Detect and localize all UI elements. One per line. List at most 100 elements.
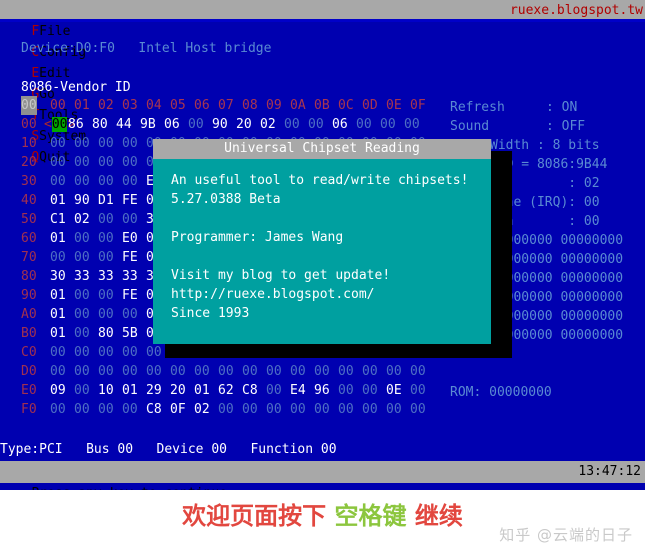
hex-cell[interactable]: 00 <box>188 115 212 134</box>
hex-cell[interactable]: 00 <box>50 248 74 267</box>
hex-cell[interactable]: C8 <box>242 381 266 400</box>
hex-cell[interactable]: FE <box>122 191 146 210</box>
hex-cell[interactable]: 01 <box>50 324 74 343</box>
hex-cell[interactable]: 20 <box>170 381 194 400</box>
hex-cell[interactable]: 00 <box>242 362 266 381</box>
hex-cell[interactable]: 00 <box>338 362 362 381</box>
hex-cell[interactable]: FE <box>122 286 146 305</box>
hex-cell[interactable]: 00 <box>74 381 98 400</box>
hex-cell[interactable]: 00 <box>362 362 386 381</box>
hex-cell[interactable]: 00 <box>266 381 290 400</box>
hex-cell[interactable]: 00 <box>98 134 122 153</box>
hex-cell[interactable]: 00 <box>74 343 98 362</box>
hex-cell[interactable]: 00 <box>50 153 74 172</box>
hex-cell[interactable]: 00 <box>98 286 122 305</box>
hex-cell[interactable]: 00 <box>98 229 122 248</box>
hex-cell[interactable]: 00 <box>74 172 98 191</box>
hex-cell[interactable]: 5B <box>122 324 146 343</box>
hex-cell[interactable]: 00 <box>74 362 98 381</box>
hex-cell[interactable]: 00 <box>98 400 122 419</box>
hex-cell[interactable]: 10 <box>98 381 122 400</box>
hex-cell[interactable]: 00 <box>194 362 218 381</box>
hex-cell[interactable]: 00 <box>122 153 146 172</box>
hex-cell[interactable]: 01 <box>50 191 74 210</box>
hex-cell[interactable]: <00> <box>44 115 75 134</box>
about-dialog[interactable]: Universal Chipset Reading An useful tool… <box>153 139 491 344</box>
hex-cell[interactable]: 00 <box>74 324 98 343</box>
hex-cell[interactable]: 01 <box>50 286 74 305</box>
hex-cell[interactable]: 00 <box>356 115 380 134</box>
hex-cell[interactable]: 20 <box>236 115 260 134</box>
hex-cell[interactable]: 00 <box>98 343 122 362</box>
hex-cell[interactable]: 29 <box>146 381 170 400</box>
hex-cell[interactable]: 00 <box>122 305 146 324</box>
hex-cell[interactable]: 01 <box>50 229 74 248</box>
hex-cell[interactable]: 02 <box>74 210 98 229</box>
hex-cell[interactable]: 00 <box>242 400 266 419</box>
hex-cell[interactable]: 44 <box>116 115 140 134</box>
hex-cell[interactable]: 02 <box>260 115 284 134</box>
hex-cell[interactable]: 00 <box>410 400 434 419</box>
hex-cell[interactable]: E0 <box>122 229 146 248</box>
hex-cell[interactable]: 00 <box>50 362 74 381</box>
hex-cell[interactable]: 00 <box>218 400 242 419</box>
hex-cell[interactable]: 0E <box>386 381 410 400</box>
hex-cell[interactable]: 00 <box>50 134 74 153</box>
hex-cell[interactable]: 01 <box>50 305 74 324</box>
hex-cell[interactable]: 00 <box>380 115 404 134</box>
hex-cell[interactable]: 00 <box>74 153 98 172</box>
hex-cell[interactable]: 00 <box>410 362 434 381</box>
hex-cell[interactable]: 00 <box>74 229 98 248</box>
hex-cell[interactable]: 00 <box>362 381 386 400</box>
hex-cell[interactable]: 30 <box>50 267 74 286</box>
hex-cell[interactable]: 00 <box>74 286 98 305</box>
hex-cell[interactable]: 33 <box>74 267 98 286</box>
hex-cell[interactable]: 00 <box>98 362 122 381</box>
hex-cell[interactable]: 90 <box>74 191 98 210</box>
hex-cell[interactable]: 00 <box>98 172 122 191</box>
hex-cell[interactable]: E4 <box>290 381 314 400</box>
hex-cell[interactable]: 96 <box>314 381 338 400</box>
hex-cell[interactable]: 00 <box>122 362 146 381</box>
hex-cell[interactable]: 00 <box>98 248 122 267</box>
hex-cell[interactable]: 00 <box>74 134 98 153</box>
hex-cell[interactable]: 00 <box>122 400 146 419</box>
hex-cell[interactable]: 00 <box>50 400 74 419</box>
hex-cell[interactable]: 00 <box>98 210 122 229</box>
hex-cell[interactable]: 00 <box>74 305 98 324</box>
hex-cell[interactable]: 00 <box>50 343 74 362</box>
hex-cell[interactable]: D1 <box>98 191 122 210</box>
hex-cell[interactable]: 00 <box>98 153 122 172</box>
hex-cell[interactable]: 00 <box>362 400 386 419</box>
hex-cell[interactable]: 33 <box>122 267 146 286</box>
hex-cell[interactable]: 90 <box>212 115 236 134</box>
hex-cell[interactable]: 00 <box>74 248 98 267</box>
hex-cell[interactable]: 80 <box>92 115 116 134</box>
hex-cell[interactable]: 01 <box>194 381 218 400</box>
hex-selected-cell-value[interactable]: 00 <box>51 117 68 132</box>
hex-cell[interactable]: 06 <box>164 115 188 134</box>
hex-cell[interactable]: 86 <box>68 115 92 134</box>
hex-cell[interactable]: 00 <box>338 381 362 400</box>
hex-cell[interactable]: 00 <box>74 400 98 419</box>
hex-cell[interactable]: 00 <box>290 362 314 381</box>
hex-cell[interactable]: 00 <box>98 305 122 324</box>
hex-cell[interactable]: 00 <box>410 381 434 400</box>
hex-cell[interactable]: 80 <box>98 324 122 343</box>
hex-cell[interactable]: 00 <box>338 400 362 419</box>
hex-cell[interactable]: 06 <box>332 115 356 134</box>
hex-cell[interactable]: 00 <box>314 362 338 381</box>
hex-cell[interactable]: 00 <box>386 400 410 419</box>
hex-cell[interactable]: 00 <box>122 134 146 153</box>
hex-cell[interactable]: 00 <box>266 400 290 419</box>
hex-cell[interactable]: 00 <box>284 115 308 134</box>
hex-cell[interactable]: 00 <box>314 400 338 419</box>
hex-cell[interactable]: 00 <box>50 172 74 191</box>
hex-cell[interactable]: 00 <box>218 362 242 381</box>
hex-cell[interactable]: 01 <box>122 381 146 400</box>
hex-cell[interactable]: 00 <box>404 115 428 134</box>
hex-cell[interactable]: C1 <box>50 210 74 229</box>
hex-cell[interactable]: 02 <box>194 400 218 419</box>
hex-cell[interactable]: 00 <box>122 343 146 362</box>
hex-cell[interactable]: 0F <box>170 400 194 419</box>
